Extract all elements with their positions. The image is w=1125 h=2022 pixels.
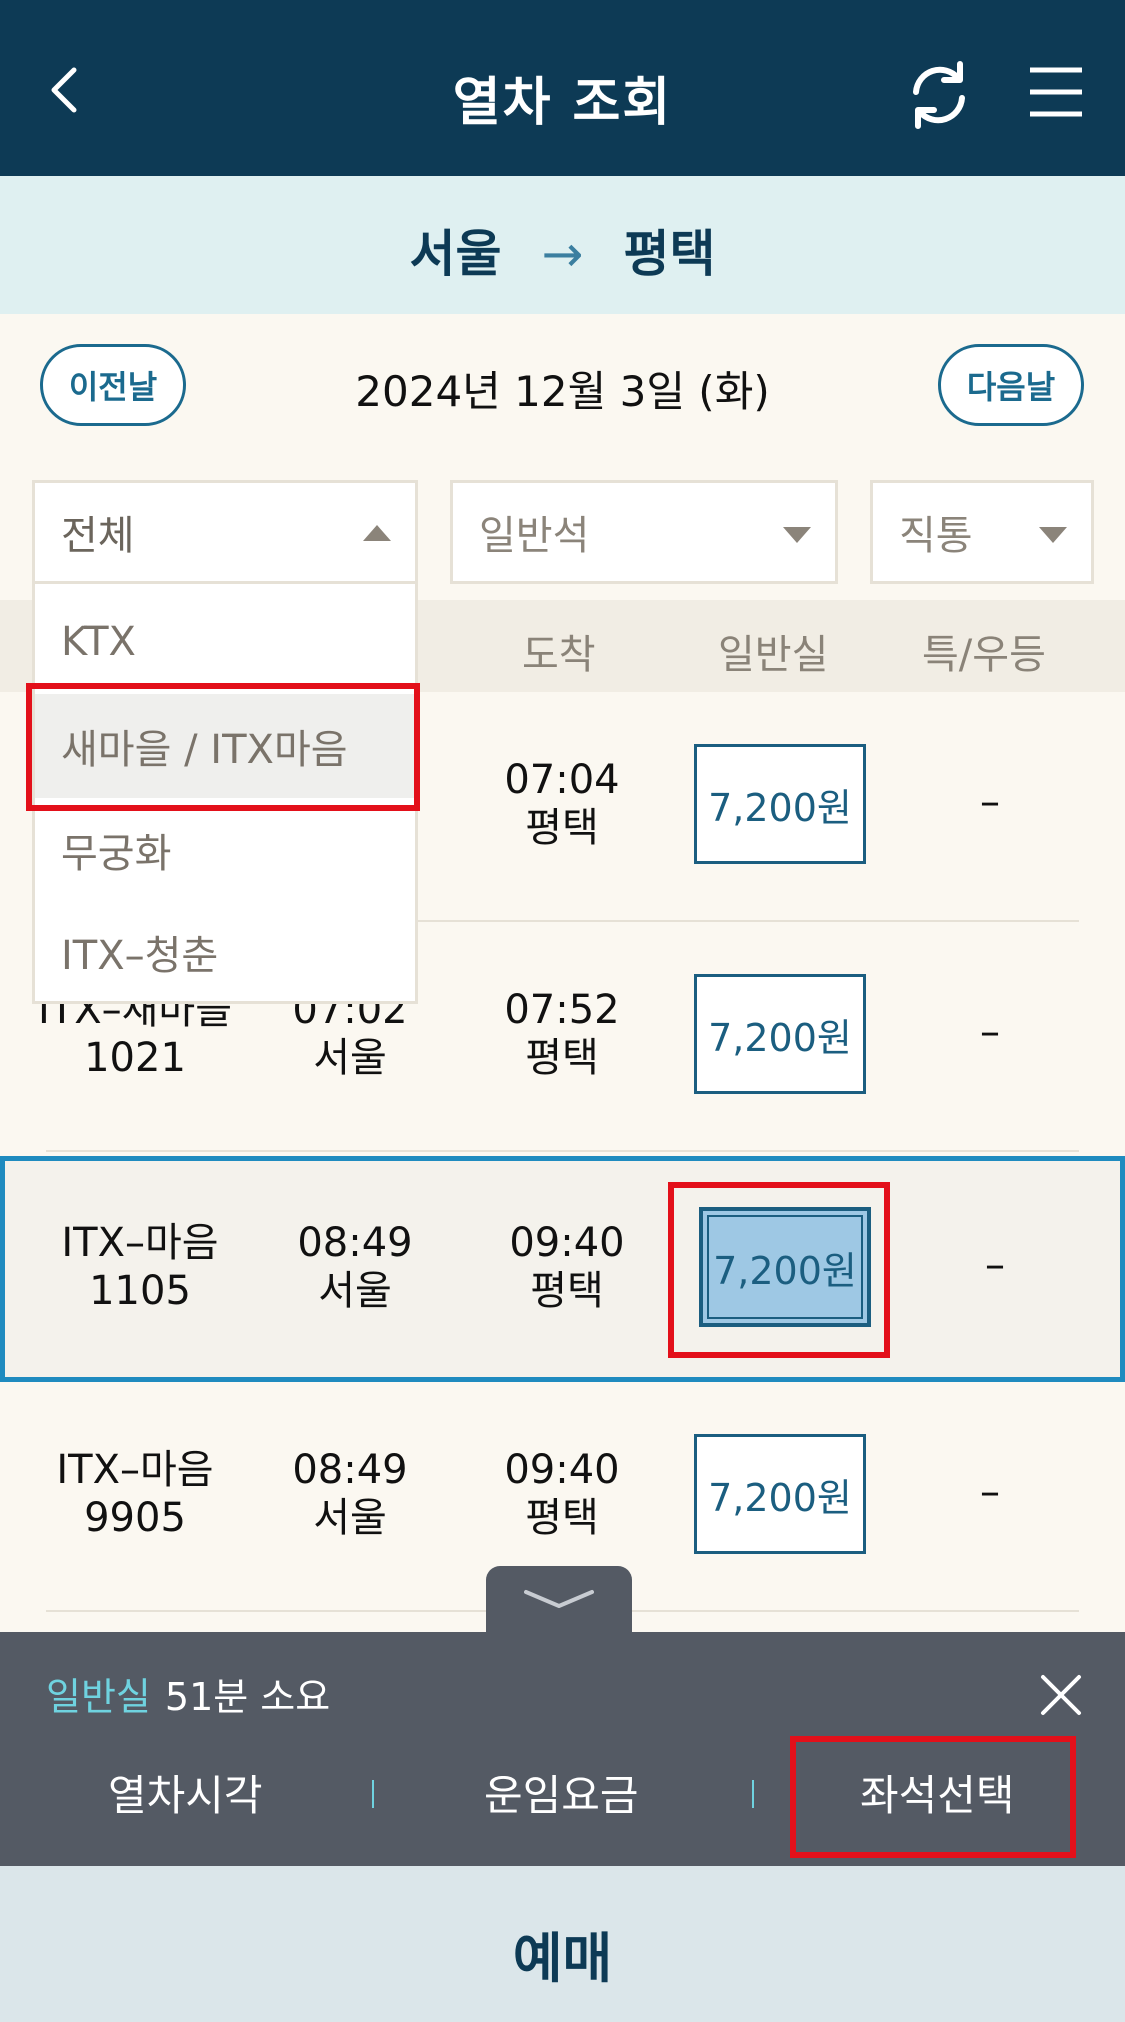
destination-station: 평택 — [623, 225, 716, 283]
tab-fare[interactable]: 운임요금 — [484, 1762, 639, 1823]
train-name: ITX–마음 1105 — [61, 1220, 219, 1314]
class-label: 일반실 — [46, 1675, 151, 1719]
train-type-select[interactable]: 전체 — [32, 480, 418, 584]
hamburger-icon[interactable] — [1026, 62, 1086, 122]
premium-fare: – — [980, 779, 1000, 825]
chevron-down-icon — [524, 1590, 594, 1608]
close-icon[interactable] — [1040, 1674, 1082, 1716]
col-standard: 일반실 — [718, 632, 829, 678]
dropdown-item-ktx[interactable]: KTX — [35, 590, 415, 694]
highlight-box — [26, 683, 420, 811]
dropdown-item-mugunghwa[interactable]: 무궁화 — [35, 798, 415, 902]
standard-fare-button[interactable]: 7,200원 — [694, 974, 866, 1094]
panel-handle[interactable] — [486, 1566, 632, 1636]
col-premium: 특/우등 — [922, 632, 1046, 678]
seat-class-value: 일반석 — [479, 513, 590, 559]
refresh-icon[interactable] — [902, 58, 976, 132]
arrival: 07:52 평택 — [504, 987, 620, 1081]
tab-separator — [372, 1780, 374, 1808]
route-banner: 서울 → 평택 — [0, 176, 1125, 314]
table-row-selected[interactable]: ITX–마음 1105 08:49 서울 09:40 평택 7,200원 – — [0, 1156, 1125, 1382]
trip-info: 일반실 51분 소요 — [46, 1666, 330, 1721]
reserve-label: 예매 — [512, 1927, 613, 1990]
route-type-value: 직통 — [899, 513, 973, 559]
train-type-value: 전체 — [61, 513, 135, 559]
caret-down-icon — [783, 527, 811, 543]
standard-fare-button[interactable]: 7,200원 — [694, 1434, 866, 1554]
reserve-button[interactable]: 예매 — [0, 1866, 1125, 2022]
origin-station: 서울 — [409, 225, 502, 283]
tab-train-time[interactable]: 열차시각 — [108, 1762, 263, 1823]
next-day-button[interactable]: 다음날 — [938, 344, 1084, 426]
caret-up-icon — [363, 525, 391, 541]
premium-fare: – — [985, 1242, 1005, 1288]
filter-bar: 전체 일반석 직통 — [0, 480, 1125, 584]
dropdown-item-itx-cheongchun[interactable]: ITX–청춘 — [35, 900, 415, 1004]
departure: 08:49 서울 — [292, 1447, 408, 1541]
arrival: 09:40 평택 — [509, 1220, 625, 1314]
premium-fare: – — [980, 1009, 1000, 1055]
caret-down-icon — [1039, 527, 1067, 543]
seat-class-select[interactable]: 일반석 — [450, 480, 838, 584]
arrival: 09:40 평택 — [504, 1447, 620, 1541]
duration: 51분 소요 — [164, 1675, 331, 1719]
route-type-select[interactable]: 직통 — [870, 480, 1094, 584]
highlight-box — [790, 1736, 1076, 1858]
tab-separator — [752, 1780, 754, 1808]
arrival: 07:04 평택 — [504, 757, 620, 851]
train-name: ITX–마음 9905 — [56, 1447, 214, 1541]
departure: 08:49 서울 — [297, 1220, 413, 1314]
highlight-box — [668, 1182, 890, 1358]
col-arrival: 도착 — [522, 632, 596, 678]
row-divider — [46, 1150, 1079, 1152]
date-bar: 이전날 2024년 12월 3일 (화) 다음날 — [0, 314, 1125, 464]
standard-fare-button[interactable]: 7,200원 — [694, 744, 866, 864]
app-header: 열차 조회 — [0, 0, 1125, 176]
premium-fare: – — [980, 1469, 1000, 1515]
arrow-right-icon: → — [541, 225, 584, 283]
